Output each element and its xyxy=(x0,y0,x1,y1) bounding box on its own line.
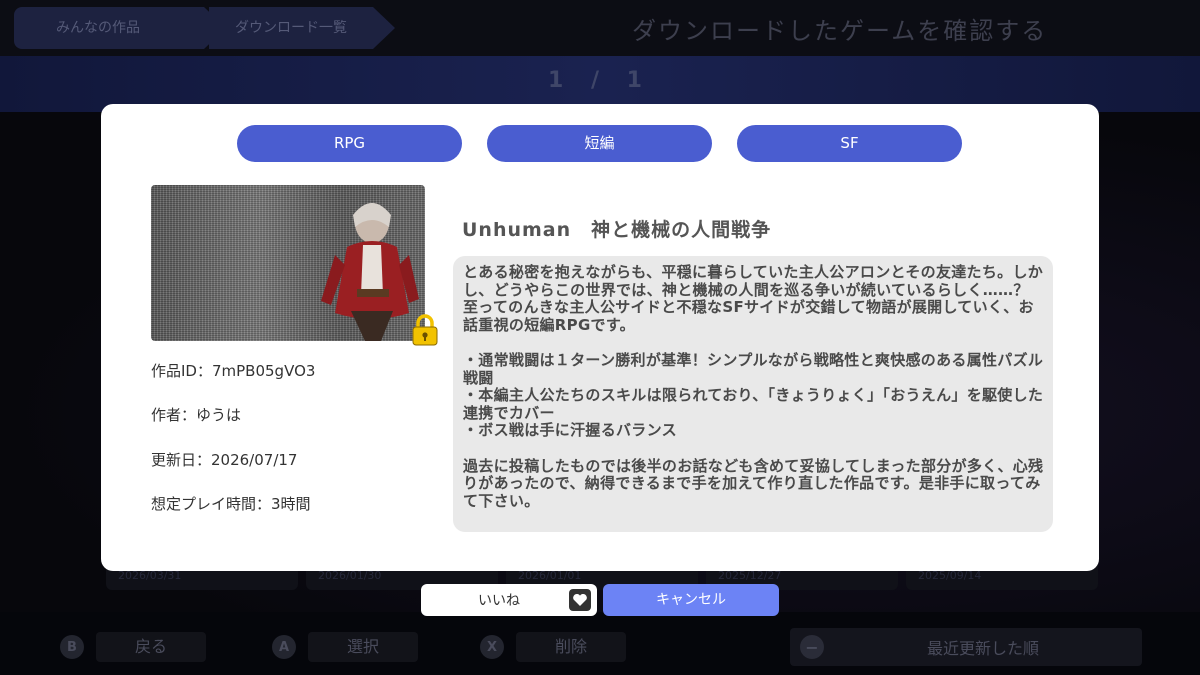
author: 作者：ゆうは xyxy=(151,406,242,424)
like-button[interactable]: いいね xyxy=(421,584,597,616)
lock-icon xyxy=(412,314,438,346)
updated-date: 更新日：2026/07/17 xyxy=(151,451,298,469)
minus-button-icon: − xyxy=(800,635,824,659)
game-thumbnail xyxy=(151,185,425,341)
breadcrumb-download-list[interactable]: ダウンロード一覧 xyxy=(209,7,395,49)
delete-label: 削除 xyxy=(516,632,626,662)
game-description[interactable]: とある秘密を抱えながらも、平穏に暮らしていた主人公アロンとその友達たち。しかし、… xyxy=(453,256,1053,532)
page-title: ダウンロードしたゲームを確認する xyxy=(632,17,1048,45)
character-thumbnail-icon xyxy=(321,203,419,341)
top-bar: みんなの作品 ダウンロード一覧 ダウンロードしたゲームを確認する xyxy=(0,0,1200,56)
a-button-icon: A xyxy=(272,635,296,659)
tag-short[interactable]: 短編 xyxy=(487,125,712,162)
delete-control[interactable]: X 削除 xyxy=(480,630,626,664)
play-time: 想定プレイ時間：3時間 xyxy=(151,495,311,513)
cancel-button[interactable]: キャンセル xyxy=(603,584,779,616)
x-button-icon: X xyxy=(480,635,504,659)
breadcrumb-everyones-works[interactable]: みんなの作品 xyxy=(14,7,226,49)
sort-control[interactable]: − 最近更新した順 xyxy=(790,628,1142,666)
tag-rpg[interactable]: RPG xyxy=(237,125,462,162)
work-id: 作品ID：7mPB05gVO3 xyxy=(151,362,316,380)
back-control[interactable]: B 戻る xyxy=(60,630,206,664)
game-detail-modal: RPG 短編 SF 作品ID：7mPB05gVO3 作者：ゆうは 更新日：202… xyxy=(101,104,1099,571)
select-control[interactable]: A 選択 xyxy=(272,630,418,664)
back-label: 戻る xyxy=(96,632,206,662)
pager-indicator: 1 / 1 xyxy=(548,68,652,93)
sort-label: 最近更新した順 xyxy=(926,639,1039,658)
tag-sf[interactable]: SF xyxy=(737,125,962,162)
like-label: いいね xyxy=(478,593,520,609)
game-title: Unhuman 神と機械の人間戦争 xyxy=(462,219,772,241)
heart-icon xyxy=(569,589,591,611)
controller-hints: B 戻る A 選択 X 削除 − 最近更新した順 xyxy=(0,622,1200,672)
b-button-icon: B xyxy=(60,635,84,659)
select-label: 選択 xyxy=(308,632,418,662)
